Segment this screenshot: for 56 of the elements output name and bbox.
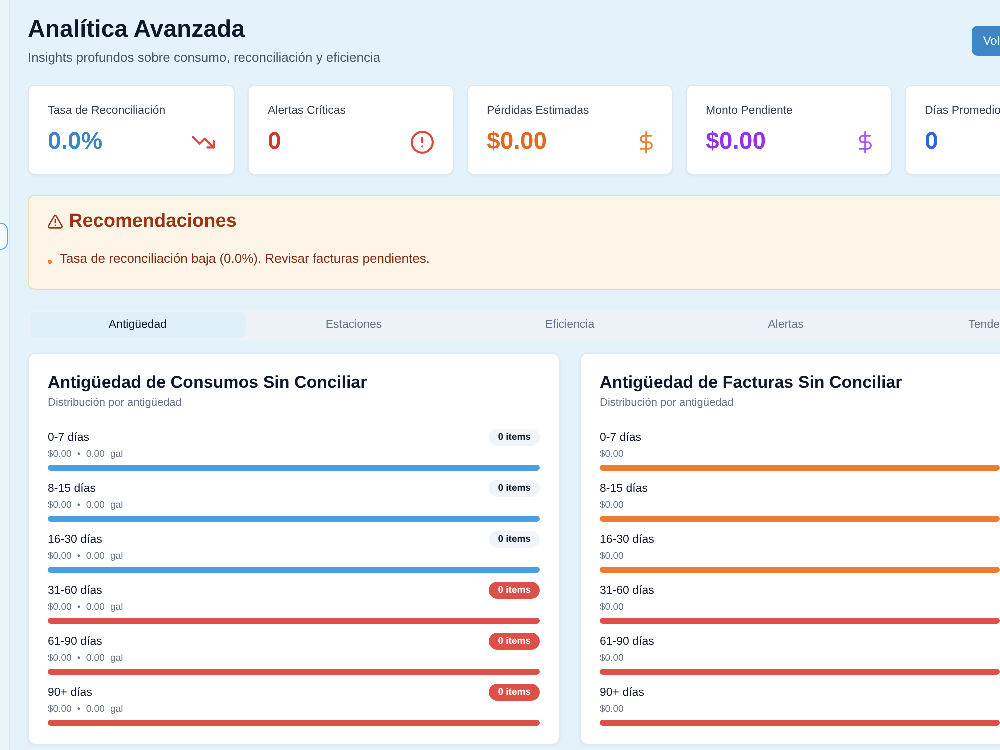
- age-range-label: 0-7 días: [600, 432, 642, 444]
- row-detail: $0.00: [600, 551, 625, 563]
- age-range-label: 0-7 días: [48, 432, 90, 444]
- kpi-label: Tasa de Reconciliación: [48, 104, 167, 118]
- row-detail: $0.00 • 0.00 gal: [48, 551, 124, 563]
- age-range-label: 8-15 días: [48, 482, 96, 494]
- warning-icon: [48, 215, 63, 229]
- card-title: Antigüedad de Consumos Sin Conciliar: [48, 372, 368, 393]
- age-range-label: 16-30 días: [600, 534, 654, 546]
- kpi-value: $0.00: [487, 128, 548, 156]
- row-detail: $0.00: [600, 704, 625, 716]
- collapse-handle[interactable]: [0, 223, 8, 250]
- age-range-label: 61-90 días: [48, 636, 102, 648]
- row-detail: $0.00: [600, 449, 625, 461]
- count-badge: 0 items: [489, 429, 540, 446]
- count-badge: 0 items: [489, 531, 540, 548]
- row-detail: $0.00 • 0.00 gal: [48, 653, 124, 665]
- row-detail: $0.00: [600, 653, 625, 665]
- page-subtitle: Insights profundos sobre consumo, reconciliación y eficiencia: [28, 50, 381, 66]
- kpi-label: Pérdidas Estimadas: [487, 104, 590, 118]
- age-range-label: 61-90 días: [600, 636, 654, 648]
- recommendation-text: Tasa de reconciliación baja (0.0%). Revisar facturas pendientes.: [60, 250, 430, 268]
- tab[interactable]: Antigüedad: [30, 312, 246, 338]
- kpi-label: Alertas Críticas: [268, 104, 347, 118]
- card-subtitle: Distribución por antigüedad: [48, 396, 183, 410]
- tab[interactable]: Estaciones: [246, 312, 462, 338]
- row-detail: $0.00: [600, 500, 625, 512]
- row-detail: $0.00 • 0.00 gal: [48, 449, 124, 461]
- age-range-label: 16-30 días: [48, 534, 102, 546]
- count-badge: 0 items: [489, 684, 540, 701]
- age-range-label: 90+ días: [600, 686, 644, 698]
- count-badge: 0 items: [489, 582, 540, 599]
- page-title: Analítica Avanzada: [28, 16, 246, 44]
- card-title: Antigüedad de Facturas Sin Conciliar: [600, 372, 904, 393]
- tab[interactable]: Tende: [894, 312, 1000, 338]
- row-detail: $0.00: [600, 602, 625, 614]
- kpi-value: 0: [925, 128, 938, 156]
- tab[interactable]: Alertas: [678, 312, 894, 338]
- kpi-value: $0.00: [706, 128, 766, 156]
- row-detail: $0.00 • 0.00 gal: [48, 500, 124, 512]
- kpi-value: 0.0%: [48, 128, 103, 156]
- row-detail: $0.00 • 0.00 gal: [48, 602, 124, 614]
- kpi-label: Monto Pendiente: [706, 104, 794, 118]
- recommendations-title: Recomendaciones: [69, 210, 237, 234]
- tab[interactable]: Eficiencia: [462, 312, 678, 338]
- count-badge: 0 items: [489, 633, 540, 650]
- age-range-label: 31-60 días: [48, 584, 102, 596]
- kpi-value: 0: [268, 128, 282, 156]
- action-button[interactable]: Vol: [972, 26, 1000, 56]
- age-range-label: 90+ días: [48, 686, 92, 698]
- count-badge: 0 items: [489, 480, 540, 497]
- row-detail: $0.00 • 0.00 gal: [48, 704, 124, 716]
- card-subtitle: Distribución por antigüedad: [600, 396, 735, 410]
- age-range-label: 8-15 días: [600, 482, 648, 494]
- age-range-label: 31-60 días: [600, 584, 654, 596]
- bullet-icon: [48, 260, 52, 264]
